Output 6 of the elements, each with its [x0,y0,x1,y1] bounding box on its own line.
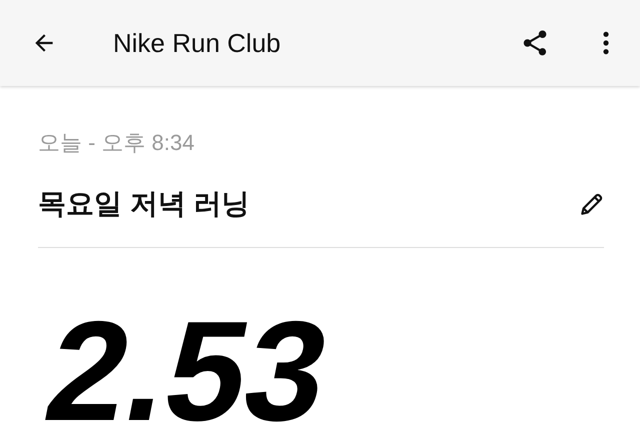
activity-timestamp: 오늘 - 오후 8:34 [38,130,196,156]
app-title: Nike Run Club [113,28,282,58]
distance-value: 2.53 [36,302,340,440]
edit-pencil-icon[interactable] [579,191,605,217]
more-options-icon[interactable] [602,30,610,56]
activity-name: 목요일 저녁 러닝 [38,187,250,221]
